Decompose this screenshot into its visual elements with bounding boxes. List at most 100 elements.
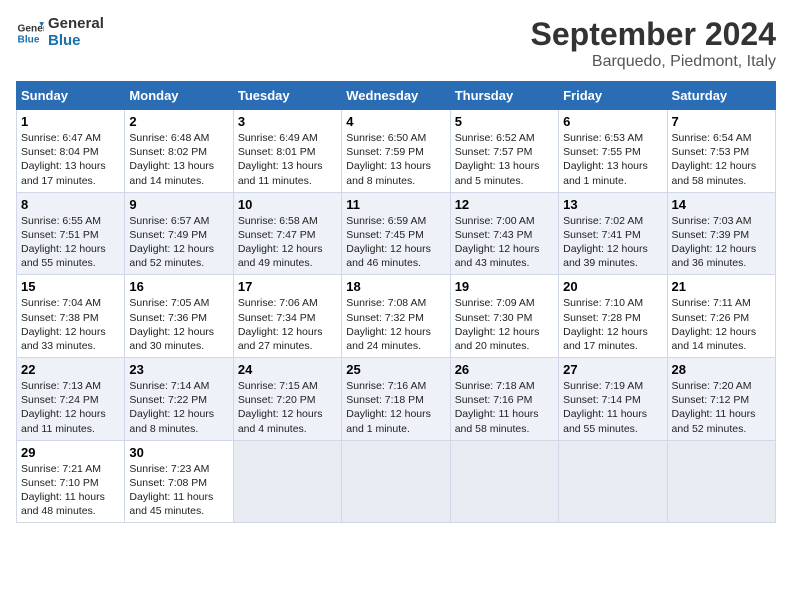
day-details: Sunrise: 6:50 AMSunset: 7:59 PMDaylight:… — [346, 131, 445, 188]
table-row: 14Sunrise: 7:03 AMSunset: 7:39 PMDayligh… — [667, 192, 775, 275]
day-number: 30 — [129, 445, 228, 460]
title-block: September 2024 Barquedo, Piedmont, Italy — [531, 16, 776, 71]
day-details: Sunrise: 7:09 AMSunset: 7:30 PMDaylight:… — [455, 296, 554, 353]
day-number: 27 — [563, 362, 662, 377]
table-row: 16 Sunrise: 7:05 AMSunset: 7:36 PMDayligh… — [125, 275, 233, 358]
day-details: Sunrise: 7:06 AMSunset: 7:34 PMDaylight:… — [238, 296, 337, 353]
table-row: 13 Sunrise: 7:02 AMSunset: 7:41 PMDayligh… — [559, 192, 667, 275]
table-row: 12Sunrise: 7:00 AMSunset: 7:43 PMDayligh… — [450, 192, 558, 275]
table-row: 25 Sunrise: 7:16 AMSunset: 7:18 PMDayligh… — [342, 358, 450, 441]
calendar-week-4: 22Sunrise: 7:13 AMSunset: 7:24 PMDayligh… — [17, 358, 776, 441]
day-details: Sunrise: 7:14 AMSunset: 7:22 PMDaylight:… — [129, 379, 228, 436]
day-details: Sunrise: 6:55 AMSunset: 7:51 PMDaylight:… — [21, 214, 120, 271]
table-row: 4 Sunrise: 6:50 AMSunset: 7:59 PMDaylight… — [342, 110, 450, 193]
day-details: Sunrise: 7:04 AMSunset: 7:38 PMDaylight:… — [21, 296, 120, 353]
table-row: 27 Sunrise: 7:19 AMSunset: 7:14 PMDayligh… — [559, 358, 667, 441]
header-thursday: Thursday — [450, 82, 558, 110]
table-row: 2 Sunrise: 6:48 AMSunset: 8:02 PMDaylight… — [125, 110, 233, 193]
table-row: 1 Sunrise: 6:47 AMSunset: 8:04 PMDaylight… — [17, 110, 125, 193]
day-details: Sunrise: 6:59 AMSunset: 7:45 PMDaylight:… — [346, 214, 445, 271]
day-details: Sunrise: 6:58 AMSunset: 7:47 PMDaylight:… — [238, 214, 337, 271]
table-row: 23 Sunrise: 7:14 AMSunset: 7:22 PMDayligh… — [125, 358, 233, 441]
logo-icon: General Blue — [16, 19, 44, 47]
day-details: Sunrise: 7:16 AMSunset: 7:18 PMDaylight:… — [346, 379, 445, 436]
day-number: 21 — [672, 279, 771, 294]
calendar-header-row: SundayMondayTuesdayWednesdayThursdayFrid… — [17, 82, 776, 110]
day-number: 7 — [672, 114, 771, 129]
header-monday: Monday — [125, 82, 233, 110]
day-number: 4 — [346, 114, 445, 129]
table-row — [559, 440, 667, 523]
day-details: Sunrise: 6:48 AMSunset: 8:02 PMDaylight:… — [129, 131, 228, 188]
day-number: 24 — [238, 362, 337, 377]
day-details: Sunrise: 7:10 AMSunset: 7:28 PMDaylight:… — [563, 296, 662, 353]
day-details: Sunrise: 7:11 AMSunset: 7:26 PMDaylight:… — [672, 296, 771, 353]
table-row: 7 Sunrise: 6:54 AMSunset: 7:53 PMDaylight… — [667, 110, 775, 193]
day-details: Sunrise: 7:20 AMSunset: 7:12 PMDaylight:… — [672, 379, 771, 436]
table-row: 29 Sunrise: 7:21 AMSunset: 7:10 PMDayligh… — [17, 440, 125, 523]
day-details: Sunrise: 7:18 AMSunset: 7:16 PMDaylight:… — [455, 379, 554, 436]
day-details: Sunrise: 7:21 AMSunset: 7:10 PMDaylight:… — [21, 462, 120, 519]
day-number: 13 — [563, 197, 662, 212]
day-details: Sunrise: 6:47 AMSunset: 8:04 PMDaylight:… — [21, 131, 120, 188]
day-number: 10 — [238, 197, 337, 212]
day-details: Sunrise: 7:19 AMSunset: 7:14 PMDaylight:… — [563, 379, 662, 436]
day-details: Sunrise: 7:00 AMSunset: 7:43 PMDaylight:… — [455, 214, 554, 271]
table-row: 6 Sunrise: 6:53 AMSunset: 7:55 PMDaylight… — [559, 110, 667, 193]
day-number: 22 — [21, 362, 120, 377]
day-details: Sunrise: 7:05 AMSunset: 7:36 PMDaylight:… — [129, 296, 228, 353]
day-number: 1 — [21, 114, 120, 129]
day-details: Sunrise: 6:54 AMSunset: 7:53 PMDaylight:… — [672, 131, 771, 188]
table-row: 19 Sunrise: 7:09 AMSunset: 7:30 PMDayligh… — [450, 275, 558, 358]
table-row — [667, 440, 775, 523]
calendar-week-1: 1 Sunrise: 6:47 AMSunset: 8:04 PMDaylight… — [17, 110, 776, 193]
logo-line1: General — [48, 16, 104, 33]
calendar-table: SundayMondayTuesdayWednesdayThursdayFrid… — [16, 81, 776, 523]
day-number: 25 — [346, 362, 445, 377]
day-number: 23 — [129, 362, 228, 377]
day-details: Sunrise: 7:03 AMSunset: 7:39 PMDaylight:… — [672, 214, 771, 271]
day-number: 5 — [455, 114, 554, 129]
day-number: 16 — [129, 279, 228, 294]
table-row: 3 Sunrise: 6:49 AMSunset: 8:01 PMDaylight… — [233, 110, 341, 193]
day-details: Sunrise: 6:53 AMSunset: 7:55 PMDaylight:… — [563, 131, 662, 188]
day-details: Sunrise: 6:57 AMSunset: 7:49 PMDaylight:… — [129, 214, 228, 271]
table-row: 17 Sunrise: 7:06 AMSunset: 7:34 PMDayligh… — [233, 275, 341, 358]
table-row: 8 Sunrise: 6:55 AMSunset: 7:51 PMDaylight… — [17, 192, 125, 275]
header-tuesday: Tuesday — [233, 82, 341, 110]
day-details: Sunrise: 6:49 AMSunset: 8:01 PMDaylight:… — [238, 131, 337, 188]
day-details: Sunrise: 7:02 AMSunset: 7:41 PMDaylight:… — [563, 214, 662, 271]
table-row: 24 Sunrise: 7:15 AMSunset: 7:20 PMDayligh… — [233, 358, 341, 441]
day-number: 20 — [563, 279, 662, 294]
day-number: 29 — [21, 445, 120, 460]
day-details: Sunrise: 6:52 AMSunset: 7:57 PMDaylight:… — [455, 131, 554, 188]
table-row: 30 Sunrise: 7:23 AMSunset: 7:08 PMDayligh… — [125, 440, 233, 523]
header-wednesday: Wednesday — [342, 82, 450, 110]
page-header: General Blue General Blue September 2024… — [16, 16, 776, 71]
day-number: 6 — [563, 114, 662, 129]
day-number: 2 — [129, 114, 228, 129]
table-row: 10 Sunrise: 6:58 AMSunset: 7:47 PMDayligh… — [233, 192, 341, 275]
day-number: 15 — [21, 279, 120, 294]
day-number: 8 — [21, 197, 120, 212]
month-title: September 2024 — [531, 16, 776, 53]
day-number: 3 — [238, 114, 337, 129]
table-row: 9 Sunrise: 6:57 AMSunset: 7:49 PMDaylight… — [125, 192, 233, 275]
logo-line2: Blue — [48, 33, 104, 50]
logo: General Blue General Blue — [16, 16, 104, 49]
table-row: 20 Sunrise: 7:10 AMSunset: 7:28 PMDayligh… — [559, 275, 667, 358]
svg-text:General: General — [18, 23, 44, 34]
day-number: 9 — [129, 197, 228, 212]
day-number: 19 — [455, 279, 554, 294]
day-number: 17 — [238, 279, 337, 294]
table-row — [342, 440, 450, 523]
day-details: Sunrise: 7:08 AMSunset: 7:32 PMDaylight:… — [346, 296, 445, 353]
header-saturday: Saturday — [667, 82, 775, 110]
day-details: Sunrise: 7:23 AMSunset: 7:08 PMDaylight:… — [129, 462, 228, 519]
day-number: 18 — [346, 279, 445, 294]
table-row — [450, 440, 558, 523]
day-details: Sunrise: 7:15 AMSunset: 7:20 PMDaylight:… — [238, 379, 337, 436]
table-row: 15 Sunrise: 7:04 AMSunset: 7:38 PMDayligh… — [17, 275, 125, 358]
day-number: 11 — [346, 197, 445, 212]
calendar-week-5: 29 Sunrise: 7:21 AMSunset: 7:10 PMDayligh… — [17, 440, 776, 523]
